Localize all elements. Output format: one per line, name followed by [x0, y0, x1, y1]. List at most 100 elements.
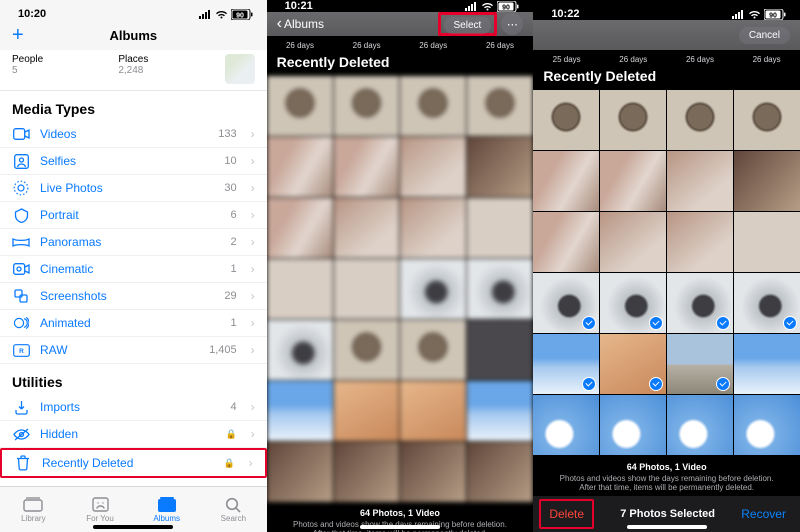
tab-search[interactable]: Search	[200, 487, 267, 532]
count: 1,405	[209, 344, 237, 356]
util-recently-deleted[interactable]: Recently Deleted 🔒›	[0, 448, 267, 478]
media-animated[interactable]: Animated 1›	[0, 310, 267, 337]
media-cinematic[interactable]: Cinematic 1›	[0, 256, 267, 283]
utilities-heading: Utilities	[0, 364, 267, 394]
photo-thumb[interactable]	[267, 137, 333, 197]
photo-grid[interactable]	[267, 76, 534, 502]
photo-grid[interactable]	[533, 90, 800, 456]
photo-thumb[interactable]	[600, 90, 666, 150]
photo-thumb[interactable]	[267, 442, 333, 502]
photo-thumb[interactable]	[600, 273, 666, 333]
photo-thumb[interactable]	[734, 90, 800, 150]
status-bar: 10:20 90	[0, 0, 267, 20]
photo-thumb[interactable]	[734, 395, 800, 455]
photo-thumb[interactable]	[734, 212, 800, 272]
util-hidden[interactable]: Hidden 🔒›	[0, 421, 267, 448]
photo-thumb[interactable]	[334, 198, 400, 258]
media-videos[interactable]: Videos 133›	[0, 121, 267, 148]
tab-library[interactable]: Library	[0, 487, 67, 532]
photo-thumb[interactable]	[600, 212, 666, 272]
photo-thumb[interactable]	[667, 334, 733, 394]
media-live-photos[interactable]: Live Photos 30›	[0, 175, 267, 202]
photo-thumb[interactable]	[400, 76, 466, 136]
chevron-right-icon: ›	[249, 456, 253, 470]
recently-deleted-nav: Cancel 25 days26 days26 days26 days	[533, 20, 800, 50]
photo-thumb[interactable]	[267, 320, 333, 380]
media-screenshots[interactable]: Screenshots 29›	[0, 283, 267, 310]
photo-thumb[interactable]	[334, 442, 400, 502]
photo-thumb[interactable]	[600, 334, 666, 394]
home-indicator[interactable]	[93, 525, 173, 529]
photo-thumb[interactable]	[533, 395, 599, 455]
photo-thumb[interactable]	[467, 259, 533, 319]
photo-thumb[interactable]	[533, 90, 599, 150]
chevron-right-icon: ›	[251, 316, 255, 330]
media-types-heading: Media Types	[0, 91, 267, 121]
count: 1	[231, 317, 237, 329]
photo-thumb[interactable]	[667, 212, 733, 272]
photo-thumb[interactable]	[667, 395, 733, 455]
select-button[interactable]: Select	[444, 17, 492, 34]
photo-thumb[interactable]	[467, 137, 533, 197]
media-raw[interactable]: R RAW 1,405›	[0, 337, 267, 364]
photo-thumb[interactable]	[334, 259, 400, 319]
photo-thumb[interactable]	[400, 320, 466, 380]
recently-deleted-nav: ‹Albums Select ⋯ 26 days26 days26 days26…	[267, 12, 534, 36]
photo-thumb[interactable]	[467, 442, 533, 502]
photo-thumb[interactable]	[734, 334, 800, 394]
selected-badge-icon	[716, 316, 730, 330]
chevron-right-icon: ›	[251, 127, 255, 141]
more-button[interactable]: ⋯	[501, 13, 523, 35]
photo-thumb[interactable]	[400, 381, 466, 441]
photo-thumb[interactable]	[467, 320, 533, 380]
photo-thumb[interactable]	[667, 90, 733, 150]
photo-thumb[interactable]	[667, 151, 733, 211]
photo-thumb[interactable]	[334, 76, 400, 136]
photo-thumb[interactable]	[400, 442, 466, 502]
photo-thumb[interactable]	[400, 198, 466, 258]
footnote-count: 64 Photos, 1 Video	[287, 508, 514, 518]
home-indicator[interactable]	[627, 525, 707, 529]
photo-thumb[interactable]	[467, 381, 533, 441]
photo-thumb[interactable]	[267, 259, 333, 319]
photo-thumb[interactable]	[533, 334, 599, 394]
cellular-icon	[465, 2, 478, 11]
photo-thumb[interactable]	[467, 198, 533, 258]
photo-thumb[interactable]	[533, 273, 599, 333]
recently-deleted-footnote: 64 Photos, 1 Video Photos and videos sho…	[533, 456, 800, 496]
photo-thumb[interactable]	[734, 151, 800, 211]
places-album[interactable]: Places 2,248	[118, 54, 214, 84]
media-selfies[interactable]: Selfies 10›	[0, 148, 267, 175]
screenshot-icon	[12, 287, 30, 305]
photo-thumb[interactable]	[400, 259, 466, 319]
add-album-button[interactable]: +	[12, 24, 24, 47]
photo-thumb[interactable]	[533, 151, 599, 211]
media-portrait[interactable]: Portrait 6›	[0, 202, 267, 229]
cancel-button[interactable]: Cancel	[739, 27, 790, 44]
photo-thumb[interactable]	[600, 395, 666, 455]
photo-thumb[interactable]	[400, 137, 466, 197]
photo-thumb[interactable]	[467, 76, 533, 136]
photo-thumb[interactable]	[334, 381, 400, 441]
photo-thumb[interactable]	[334, 320, 400, 380]
wifi-icon	[481, 2, 494, 11]
photo-thumb[interactable]	[334, 137, 400, 197]
photo-thumb[interactable]	[267, 198, 333, 258]
home-indicator[interactable]	[360, 525, 440, 529]
photo-thumb[interactable]	[667, 273, 733, 333]
photo-thumb[interactable]	[267, 76, 333, 136]
status-indicators: 90	[199, 9, 253, 20]
delete-button[interactable]: Delete	[549, 507, 584, 521]
count: 6	[231, 209, 237, 221]
cellular-icon	[199, 10, 212, 19]
photo-thumb[interactable]	[600, 151, 666, 211]
media-panoramas[interactable]: Panoramas 2›	[0, 229, 267, 256]
back-button[interactable]: ‹Albums	[277, 15, 324, 33]
people-album[interactable]: People 5	[12, 54, 108, 84]
util-imports[interactable]: Imports 4›	[0, 394, 267, 421]
recover-button[interactable]: Recover	[741, 507, 786, 521]
photo-thumb[interactable]	[267, 381, 333, 441]
places-map-thumb[interactable]	[225, 54, 255, 84]
photo-thumb[interactable]	[533, 212, 599, 272]
photo-thumb[interactable]	[734, 273, 800, 333]
